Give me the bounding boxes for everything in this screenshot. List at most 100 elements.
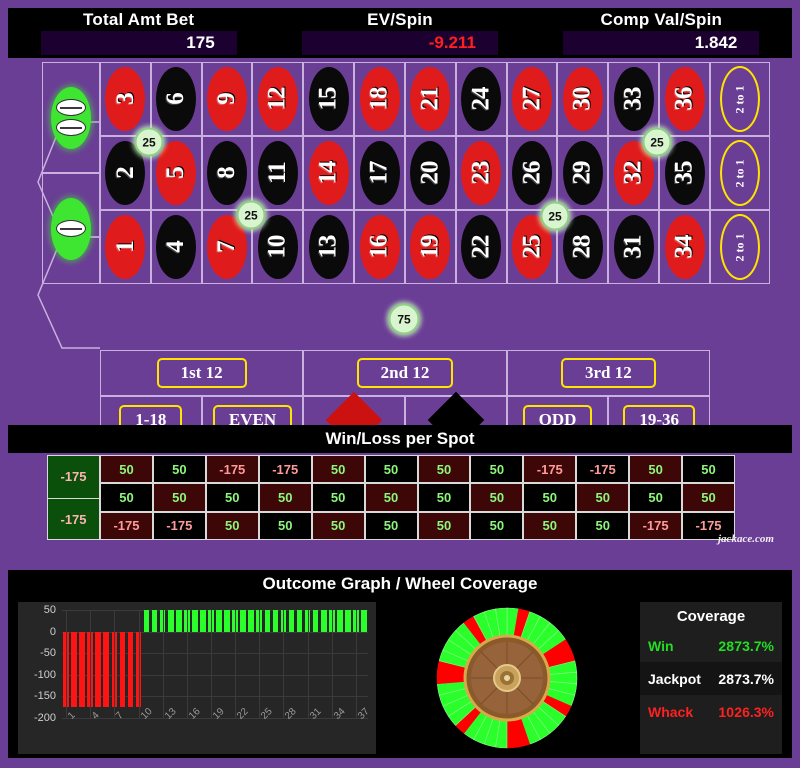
- dozen-bets[interactable]: 1st 12 2nd 12 3rd 12: [100, 350, 710, 396]
- coverage-label: Whack: [648, 703, 694, 720]
- winloss-cell: 50: [258, 483, 312, 512]
- winloss-cell-0: -175: [60, 511, 87, 527]
- number-grid[interactable]: 3 6 9 12 15 18 21 24 27 30 33 36 2 5 8 11 14 17 20 23 26 29 32…: [100, 62, 710, 284]
- coverage-count: 28: [718, 637, 734, 654]
- gridline-vertical: [114, 610, 116, 718]
- bet-spot-17[interactable]: 17: [354, 136, 405, 210]
- bet-spot-6[interactable]: 6: [150, 62, 202, 136]
- bet-spot-column-2[interactable]: 2 to 1: [710, 136, 770, 210]
- outcome-bar: [264, 610, 271, 632]
- winloss-cell: 50: [629, 483, 683, 512]
- outcome-bar: [224, 610, 230, 632]
- outcome-body: 50 0 -50 -100 -150 -200 1 4 7 10 13 16 19 22 25 28 31 34…: [8, 598, 792, 758]
- bet-spot-13[interactable]: 13: [303, 210, 355, 284]
- bet-spot-20[interactable]: 20: [404, 136, 456, 210]
- bet-spot-29[interactable]: 29: [557, 136, 609, 210]
- bet-chip[interactable]: 25: [642, 127, 672, 157]
- bet-spot-21[interactable]: 21: [404, 62, 456, 136]
- number-oval: 34: [664, 215, 705, 279]
- winloss-cell: 50: [205, 483, 259, 512]
- number-label: 24: [467, 87, 495, 111]
- bet-spot-36[interactable]: 36: [659, 62, 710, 136]
- number-label: 20: [416, 161, 444, 185]
- bet-spot-0[interactable]: [42, 173, 100, 284]
- bet-chip[interactable]: 75: [388, 303, 420, 335]
- column-label: 2 to 1: [732, 85, 747, 113]
- coverage-row-jackpot: Jackpot 28 73.7%: [640, 662, 782, 695]
- bet-spot-34[interactable]: 34: [659, 210, 710, 284]
- winloss-cell: 50: [523, 511, 577, 540]
- bet-spot-15[interactable]: 15: [303, 62, 355, 136]
- bet-spot-4[interactable]: 4: [150, 210, 202, 284]
- number-label: 19: [416, 235, 444, 259]
- number-label: 5: [162, 167, 190, 179]
- coverage-percent: 73.7%: [734, 670, 774, 687]
- number-label: 31: [619, 235, 647, 259]
- bet-spot-1st-12[interactable]: 1st 12: [100, 350, 304, 396]
- bet-spot-column-3[interactable]: 2 to 1: [710, 210, 770, 284]
- bet-spot-12[interactable]: 12: [252, 62, 304, 136]
- bet-spot-19[interactable]: 19: [404, 210, 456, 284]
- bet-spot-column-1[interactable]: 2 to 1: [710, 62, 770, 136]
- gridline-vertical: [90, 610, 92, 718]
- number-label: 1: [111, 241, 139, 253]
- outcome-bar: [200, 610, 206, 632]
- gridline-vertical: [186, 610, 188, 718]
- zero-glyph-icon: [56, 119, 86, 136]
- outcome-bar: [119, 631, 126, 708]
- outcome-bar: [288, 610, 295, 632]
- number-oval: 28: [562, 215, 603, 279]
- bet-spot-26[interactable]: 26: [506, 136, 558, 210]
- number-oval: 8: [207, 141, 248, 205]
- number-oval: 27: [512, 67, 553, 131]
- bet-spot-3[interactable]: 3: [100, 62, 151, 136]
- zero-column[interactable]: [42, 62, 100, 284]
- outcome-bar: [320, 610, 327, 632]
- bet-spot-23[interactable]: 23: [455, 136, 507, 210]
- stat-label: Comp Val/Spin: [600, 10, 723, 29]
- number-label: 16: [365, 235, 393, 259]
- roulette-betting-table[interactable]: 3 6 9 12 15 18 21 24 27 30 33 36 2 5 8 11 14 17 20 23 26 29 32…: [0, 60, 800, 449]
- bet-spot-1[interactable]: 1: [100, 210, 151, 284]
- column-pill: 2 to 1: [720, 66, 760, 132]
- number-label: 34: [670, 235, 698, 259]
- bet-spot-22[interactable]: 22: [455, 210, 507, 284]
- bet-spot-8[interactable]: 8: [201, 136, 253, 210]
- bet-spot-9[interactable]: 9: [201, 62, 253, 136]
- number-label: 23: [467, 161, 495, 185]
- bet-spot-2nd-12[interactable]: 2nd 12: [303, 350, 507, 396]
- roulette-analyzer-app: Total Amt Bet 175 EV/Spin -9.211 Comp Va…: [0, 0, 800, 768]
- number-label: 6: [162, 93, 190, 105]
- winloss-cell: 50: [523, 483, 577, 512]
- number-oval: 3: [105, 67, 146, 131]
- bet-spot-00[interactable]: [42, 62, 100, 173]
- bet-spot-27[interactable]: 27: [506, 62, 558, 136]
- bet-chip[interactable]: 25: [540, 201, 570, 231]
- outcome-bar: [192, 610, 198, 632]
- column-pill: 2 to 1: [720, 140, 760, 206]
- winloss-cell: 50: [417, 455, 471, 484]
- bet-chip[interactable]: 25: [236, 200, 266, 230]
- bet-spot-18[interactable]: 18: [354, 62, 405, 136]
- bet-spot-30[interactable]: 30: [557, 62, 609, 136]
- bet-spot-33[interactable]: 33: [608, 62, 660, 136]
- number-label: 2: [111, 167, 139, 179]
- bet-spot-11[interactable]: 11: [252, 136, 304, 210]
- bet-chip[interactable]: 25: [134, 127, 164, 157]
- outcome-bar: [248, 610, 255, 632]
- number-oval: 11: [257, 141, 298, 205]
- winloss-cell: -175: [152, 511, 206, 540]
- bet-spot-31[interactable]: 31: [608, 210, 660, 284]
- outcome-bar: [151, 610, 158, 632]
- winloss-cell: 50: [470, 511, 524, 540]
- stat-value-box: -9.211: [302, 31, 498, 55]
- bet-spot-14[interactable]: 14: [303, 136, 355, 210]
- stat-value: 1.842: [694, 33, 738, 52]
- winloss-cell: 50: [205, 511, 259, 540]
- bet-spot-24[interactable]: 24: [455, 62, 507, 136]
- bet-spot-16[interactable]: 16: [354, 210, 405, 284]
- number-label: 28: [568, 235, 596, 259]
- winloss-cell: 50: [576, 511, 630, 540]
- column-bets[interactable]: 2 to 1 2 to 1 2 to 1: [710, 62, 770, 284]
- bet-spot-3rd-12[interactable]: 3rd 12: [506, 350, 710, 396]
